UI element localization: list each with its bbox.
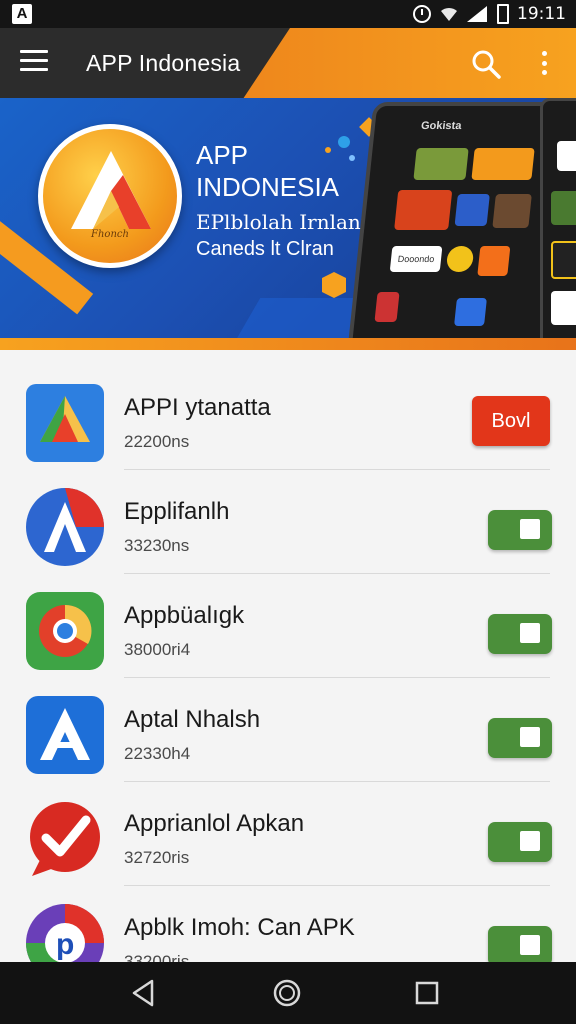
app-name: Epplifanlh <box>124 498 230 525</box>
banner-subtitle-line2: Caneds lt Clran <box>196 238 334 260</box>
hamburger-icon[interactable] <box>20 50 48 76</box>
recents-icon[interactable] <box>414 978 440 1008</box>
app-title: APP Indonesia <box>86 50 241 76</box>
app-name: APPI ytanatta <box>124 394 271 421</box>
app-icon-5 <box>30 802 100 876</box>
status-bar: A 19:11 <box>0 0 576 28</box>
status-time: 19:11 <box>517 4 566 24</box>
app-name: Apblk Imoh: Can APK <box>124 914 355 941</box>
banner-title-line1: APP <box>196 140 249 170</box>
battery-icon <box>497 4 509 24</box>
app-subtitle: 33230ns <box>124 536 190 555</box>
promo-banner[interactable]: Fhonch APP INDONESIA EPlblolah Irnlani C… <box>0 98 576 342</box>
app-subtitle: 22330h4 <box>124 744 191 763</box>
app-icon-4 <box>26 696 104 774</box>
app-icon-3 <box>26 592 104 670</box>
phone-mockup-2 <box>540 98 576 342</box>
app-subtitle: 32720ris <box>124 848 190 867</box>
app-name: Apprianlol Apkan <box>124 810 305 837</box>
list-item[interactable]: Apprianlol Apkan 32720ris <box>0 782 576 886</box>
app-icon-1 <box>26 384 104 462</box>
app-logo: Fhonch <box>38 124 182 268</box>
notification-app-icon: A <box>12 4 32 24</box>
app-name: Aptal Nhalsh <box>124 706 261 733</box>
banner-accent-strip <box>0 338 576 350</box>
app-bar: APP Indonesia <box>0 28 576 98</box>
logo-caption: Fhonch <box>91 229 129 240</box>
banner-subtitle-line1: EPlblolah Irnlani <box>196 210 368 234</box>
more-vert-icon[interactable] <box>536 48 552 78</box>
system-nav-bar <box>0 962 576 1024</box>
list-item[interactable]: Appbüalıgk 38000ri4 <box>0 574 576 678</box>
list-item[interactable]: Aptal Nhalsh 22330h4 <box>0 678 576 782</box>
app-subtitle: 22200ns <box>124 432 190 451</box>
back-icon[interactable] <box>130 978 156 1008</box>
install-button[interactable]: Bovl <box>472 396 550 446</box>
enable-toggle[interactable] <box>488 822 552 862</box>
list-item[interactable]: APPI ytanatta 22200ns Bovl <box>0 366 576 470</box>
home-icon[interactable] <box>272 978 302 1008</box>
svg-text:p: p <box>56 928 74 961</box>
list-item[interactable]: Epplifanlh 33230ns <box>0 470 576 574</box>
phone-mockup: Gokista Dooondo <box>346 102 572 342</box>
wifi-icon <box>441 7 457 21</box>
app-subtitle: 38000ri4 <box>124 640 191 659</box>
status-icons: 19:11 <box>413 3 566 25</box>
enable-toggle[interactable] <box>488 718 552 758</box>
signal-icon <box>467 6 487 22</box>
phone-search-text: Dooondo <box>389 246 443 272</box>
search-icon[interactable] <box>470 48 502 80</box>
alarm-icon <box>413 5 431 23</box>
enable-toggle[interactable] <box>488 510 552 550</box>
enable-toggle[interactable] <box>488 614 552 654</box>
app-name: Appbüalıgk <box>124 602 245 629</box>
phone-label: Gokista <box>420 120 463 132</box>
app-icon-2 <box>26 488 104 566</box>
banner-title-line2: INDONESIA <box>196 172 340 202</box>
logo-a-icon <box>71 151 151 229</box>
enable-toggle[interactable] <box>488 926 552 966</box>
